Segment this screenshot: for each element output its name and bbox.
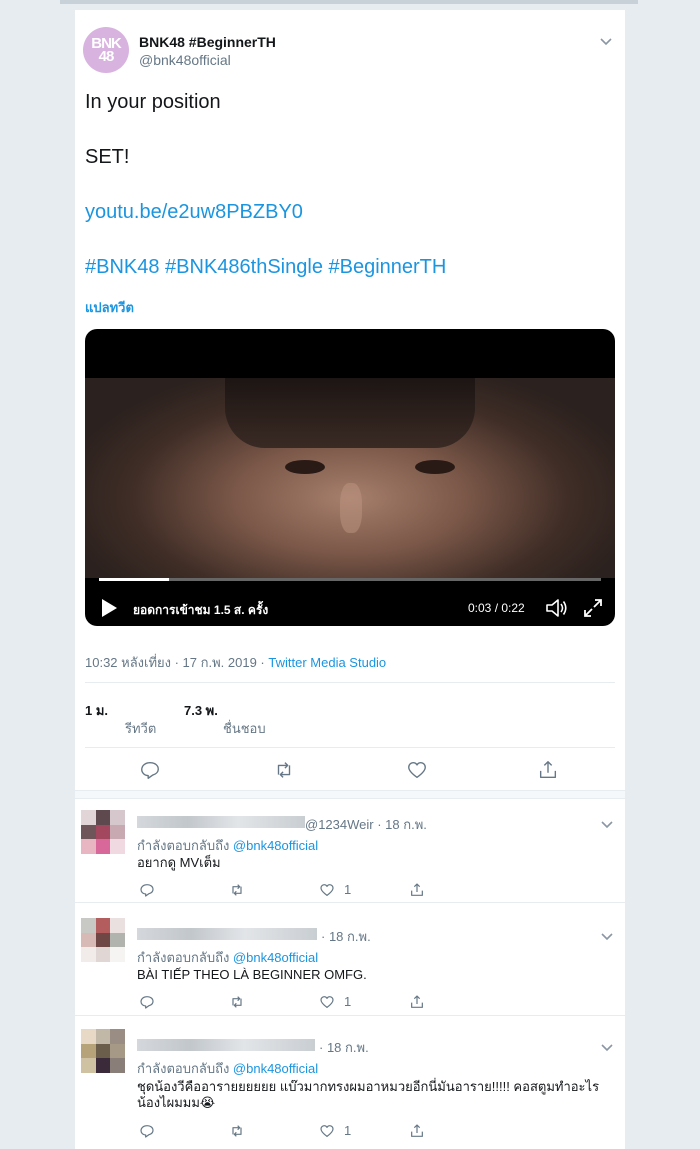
video-progress-bar[interactable] <box>99 578 601 581</box>
reply-icon[interactable] <box>139 994 155 1010</box>
reply-handle-date[interactable]: · 18 ก.พ. <box>321 926 371 947</box>
retweet-count[interactable]: 1 ม. <box>85 700 108 721</box>
reply-context: กำลังตอบกลับถึง @bnk48official <box>137 1058 318 1079</box>
reply-text: อยากดู MVเต็ม <box>137 855 221 870</box>
author-name[interactable]: BNK48 #BeginnerTH <box>139 34 276 50</box>
tweet-timestamp[interactable]: 10:32 หลังเที่ยง · 17 ก.พ. 2019 · <box>85 655 268 670</box>
reply-text: BÀI TIẾP THEO LÀ BEGINNER OMFG. <box>137 967 367 982</box>
tweet-youtube-link[interactable]: youtu.be/e2uw8PBZBY0 <box>85 201 303 224</box>
video-view-count: ยอดการเข้าชม 1.5 ส. ครั้ง <box>133 603 269 617</box>
share-icon[interactable] <box>537 759 559 781</box>
share-icon[interactable] <box>409 994 425 1010</box>
page-top-border <box>60 0 638 4</box>
tweet-hashtags[interactable]: #BNK48 #BNK486thSingle #BeginnerTH <box>85 256 446 279</box>
reply-icon[interactable] <box>139 882 155 898</box>
tweet-meta: 10:32 หลังเที่ยง · 17 ก.พ. 2019 · Twitte… <box>85 652 386 673</box>
share-icon[interactable] <box>409 1123 425 1139</box>
tweet-source-link[interactable]: Twitter Media Studio <box>268 655 386 670</box>
retweet-label[interactable]: รีทวีต <box>125 718 156 739</box>
reply-avatar[interactable] <box>81 918 125 962</box>
like-count: 1 <box>344 1123 352 1138</box>
tweet-text-line-2: SET! <box>85 146 130 168</box>
chevron-down-icon[interactable] <box>600 1040 614 1054</box>
replies-separator <box>75 790 625 799</box>
like-count: 1 <box>344 882 352 897</box>
retweet-icon[interactable] <box>273 759 295 781</box>
fullscreen-icon[interactable] <box>582 597 604 619</box>
reply-context: กำลังตอบกลับถึง @bnk48official <box>137 947 318 968</box>
share-icon[interactable] <box>409 882 425 898</box>
reply-tweet[interactable]: · 18 ก.พ. กำลังตอบกลับถึง @bnk48official… <box>75 1023 625 1149</box>
video-hair-shape <box>225 378 475 448</box>
reply-text: ชุดน้องวีคืออารายยยยยย แบ๊วมากทรงผมอาหมว… <box>137 1079 600 1110</box>
reply-tweet[interactable]: · 18 ก.พ. กำลังตอบกลับถึง @bnk48official… <box>75 912 625 1022</box>
reply-icon[interactable] <box>139 1123 155 1139</box>
like-count[interactable]: 7.3 พ. <box>184 700 218 721</box>
replying-to-label: กำลังตอบกลับถึง <box>137 838 233 853</box>
retweet-icon[interactable] <box>229 994 245 1010</box>
retweet-icon[interactable] <box>229 1123 245 1139</box>
replying-to-label: กำลังตอบกลับถึง <box>137 950 233 965</box>
video-frame <box>85 378 615 578</box>
reply-author-name-blurred[interactable] <box>137 1039 315 1051</box>
divider <box>85 682 615 683</box>
reply-handle-date[interactable]: · 18 ก.พ. <box>319 1037 369 1058</box>
avatar-logo-text: BNK48 <box>91 35 122 65</box>
like-icon[interactable] <box>319 882 335 898</box>
replying-to-mention[interactable]: @bnk48official <box>233 838 318 853</box>
chevron-down-icon[interactable] <box>600 817 614 831</box>
play-icon[interactable] <box>99 597 119 619</box>
like-count: 1 <box>344 994 352 1009</box>
divider <box>85 747 615 748</box>
replying-to-mention[interactable]: @bnk48official <box>233 950 318 965</box>
like-icon[interactable] <box>319 994 335 1010</box>
video-eye-right <box>415 460 455 474</box>
replying-to-label: กำลังตอบกลับถึง <box>137 1061 233 1076</box>
reply-avatar[interactable] <box>81 810 125 854</box>
video-nose-shape <box>340 483 362 533</box>
divider <box>75 1015 625 1016</box>
video-time: 0:03 / 0:22 <box>468 601 525 615</box>
retweet-icon[interactable] <box>229 882 245 898</box>
video-eye-left <box>285 460 325 474</box>
divider <box>75 902 625 903</box>
author-avatar[interactable]: BNK48 <box>83 27 129 73</box>
reply-handle-date[interactable]: @1234Weir · 18 ก.พ. <box>305 814 427 835</box>
chevron-down-icon[interactable] <box>599 34 613 48</box>
reply-author-name-blurred[interactable] <box>137 928 317 940</box>
like-icon[interactable] <box>319 1123 335 1139</box>
video-player[interactable]: ยอดการเข้าชม 1.5 ส. ครั้ง 0:03 / 0:22 <box>85 329 615 626</box>
tweet-text-line-1: In your position <box>85 91 221 113</box>
replying-to-mention[interactable]: @bnk48official <box>233 1061 318 1076</box>
tweet-card: BNK48 BNK48 #BeginnerTH @bnk48official I… <box>75 10 625 1149</box>
volume-icon[interactable] <box>545 597 569 619</box>
reply-avatar[interactable] <box>81 1029 125 1073</box>
reply-icon[interactable] <box>139 759 161 781</box>
video-progress-fill <box>99 578 170 581</box>
like-label[interactable]: ชื่นชอบ <box>223 718 266 739</box>
author-handle[interactable]: @bnk48official <box>139 52 231 68</box>
translate-tweet-link[interactable]: แปลทวีต <box>85 297 134 318</box>
like-icon[interactable] <box>406 759 428 781</box>
reply-author-name-blurred[interactable] <box>137 816 305 828</box>
chevron-down-icon[interactable] <box>600 929 614 943</box>
reply-tweet[interactable]: @1234Weir · 18 ก.พ. กำลังตอบกลับถึง @bnk… <box>75 800 625 910</box>
reply-context: กำลังตอบกลับถึง @bnk48official <box>137 835 318 856</box>
